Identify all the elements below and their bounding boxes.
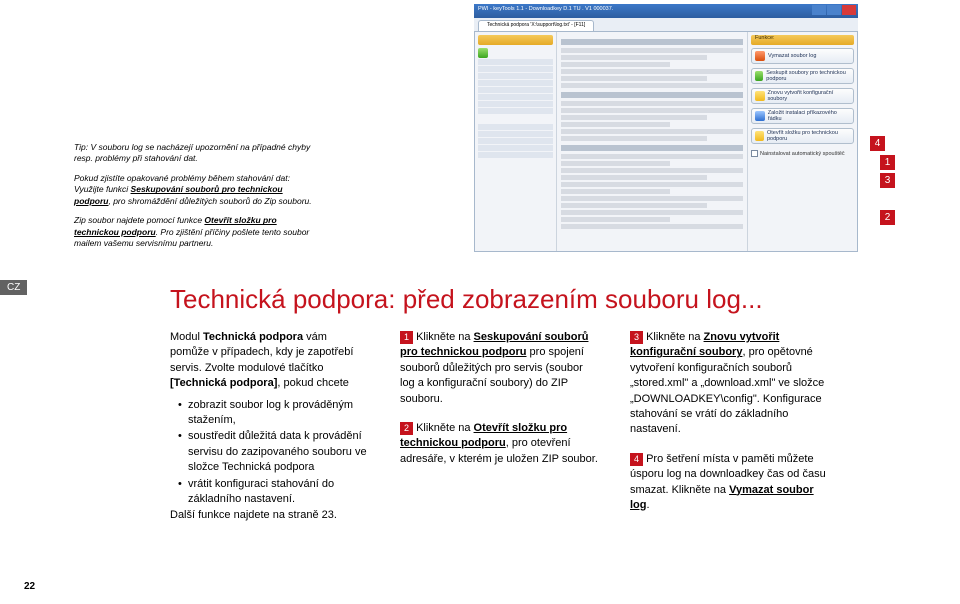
tip-p3: Zip soubor najdete pomocí funkce Otevřít… xyxy=(74,215,314,249)
page-number: 22 xyxy=(24,581,35,592)
page-title: Technická podpora: před zobrazením soubo… xyxy=(170,284,763,315)
callout-4: 4 xyxy=(870,136,885,151)
tab-support[interactable]: Technická podpora 'X:\support\log.txt' -… xyxy=(478,20,594,31)
left-list2 xyxy=(478,124,553,158)
callout-3: 3 xyxy=(880,173,895,188)
intro-outro: Další funkce najdete na straně 23. xyxy=(170,508,368,523)
left-toggle xyxy=(478,48,553,58)
intro-column: Modul Technická podpora vám pomůže v pří… xyxy=(170,330,368,530)
right-panel-header: Funkce: xyxy=(751,35,854,45)
clear-log-button[interactable]: Vymazat soubor log xyxy=(751,48,854,64)
app-screenshot: PWI - keyTools 1.1 - Downloadkey D.1 TU … xyxy=(474,4,858,252)
left-list xyxy=(478,59,553,114)
trash-icon xyxy=(755,51,765,61)
step-badge-4: 4 xyxy=(630,453,643,466)
callout-2: 2 xyxy=(880,210,895,225)
list-item: soustředit důležitá data k provádění ser… xyxy=(178,429,368,475)
install-cli-button[interactable]: Založit instalaci příkazového řádku xyxy=(751,108,854,124)
right-panel: Funkce: Vymazat soubor log Seskupit soub… xyxy=(747,32,857,251)
intro-list: zobrazit soubor log k prováděným stažení… xyxy=(170,398,368,508)
tab-bar: Technická podpora 'X:\support\log.txt' -… xyxy=(474,18,858,32)
close-icon xyxy=(842,5,856,15)
bundle-files-button[interactable]: Seskupit soubory pro technickou podporu xyxy=(751,68,854,84)
list-item: vrátit konfiguraci stahování do základní… xyxy=(178,477,368,508)
minimize-icon xyxy=(812,5,826,15)
list-item: zobrazit soubor log k prováděným stažení… xyxy=(178,398,368,429)
callout-1: 1 xyxy=(880,155,895,170)
tip-block: Tip: V souboru log se nacházejí upozorně… xyxy=(74,142,314,258)
checkbox-icon xyxy=(751,150,758,157)
intro-text: Modul Technická podpora vám pomůže v pří… xyxy=(170,330,368,392)
app-body: Funkce: Vymazat soubor log Seskupit soub… xyxy=(474,32,858,252)
package-icon xyxy=(755,71,763,81)
terminal-icon xyxy=(755,111,765,121)
step-badge-3: 3 xyxy=(630,331,643,344)
language-tab: CZ xyxy=(0,280,27,295)
step-3: 3 Klikněte na Znovu vytvořit konfiguračn… xyxy=(630,330,828,438)
left-panel-header xyxy=(478,35,553,45)
recreate-config-button[interactable]: Znovu vytvořit konfigurační soubory xyxy=(751,88,854,104)
expand-icon xyxy=(478,48,488,58)
maximize-icon xyxy=(827,5,841,15)
window-title-text: PWI - keyTools 1.1 - Downloadkey D.1 TU … xyxy=(478,6,613,12)
window-titlebar: PWI - keyTools 1.1 - Downloadkey D.1 TU … xyxy=(474,4,858,18)
steps-column-a: 1 Klikněte na Seskupování souborů pro te… xyxy=(400,330,598,481)
open-folder-button[interactable]: Otevřít složku pro technickou podporu xyxy=(751,128,854,144)
step-badge-2: 2 xyxy=(400,422,413,435)
step-1: 1 Klikněte na Seskupování souborů pro te… xyxy=(400,330,598,407)
window-buttons xyxy=(812,5,856,15)
left-panel xyxy=(475,32,557,251)
tip-p1: Tip: V souboru log se nacházejí upozorně… xyxy=(74,142,314,165)
tip-p2: Pokud zjistíte opakované problémy během … xyxy=(74,173,314,207)
steps-column-b: 3 Klikněte na Znovu vytvořit konfiguračn… xyxy=(630,330,828,527)
step-2: 2 Klikněte na Otevřít složku pro technic… xyxy=(400,421,598,467)
refresh-icon xyxy=(755,91,765,101)
step-4: 4 Pro šetření místa v paměti můžete úspo… xyxy=(630,452,828,514)
step-badge-1: 1 xyxy=(400,331,413,344)
log-viewer xyxy=(557,32,747,251)
folder-icon xyxy=(755,131,764,141)
autostart-check[interactable]: Nainstalovat automatický spouštěč xyxy=(751,150,854,157)
